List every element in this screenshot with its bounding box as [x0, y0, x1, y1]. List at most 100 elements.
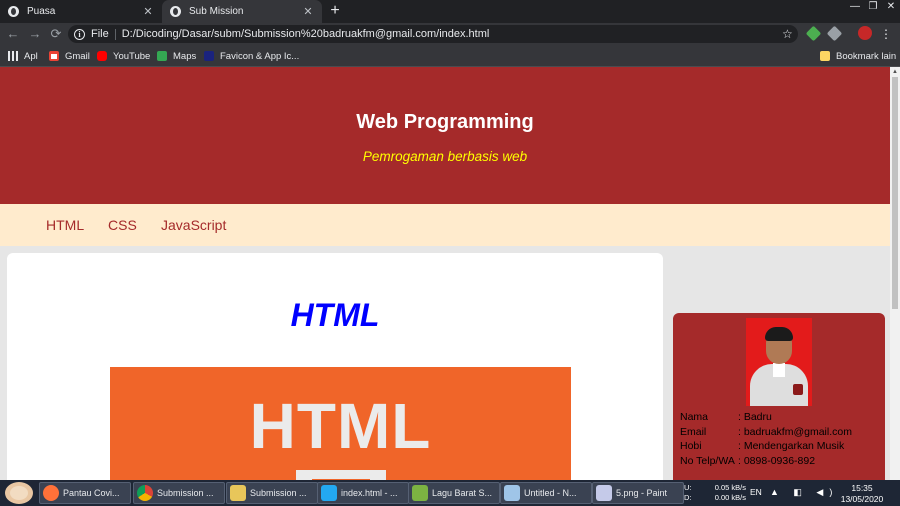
firefox-icon	[43, 485, 59, 501]
net-up-value: 0.05 kB/s	[714, 483, 746, 492]
tab-puasa[interactable]: Puasa ✕	[0, 0, 162, 23]
system-clock[interactable]: 15:35 13/05/2020	[832, 483, 892, 505]
profile-info: Nama : Badru Email : badruakfm@gmail.com…	[680, 410, 885, 468]
net-down-label: D:	[684, 493, 692, 502]
taskbar-label: Lagu Barat S...	[432, 488, 493, 498]
close-window-button[interactable]: ✕	[882, 0, 900, 14]
gmail-icon	[49, 51, 59, 61]
taskbar-label: index.html - ...	[341, 488, 398, 498]
favicon-icon	[204, 51, 214, 61]
info-value: : 0898-0936-892	[738, 454, 816, 467]
bookmark-label: Apl	[24, 50, 38, 62]
scroll-up-icon[interactable]: ▲	[890, 67, 900, 77]
clock-date: 13/05/2020	[840, 494, 884, 504]
info-value: : Mendengarkan Musik	[738, 440, 845, 452]
bookmark-gmail[interactable]: Gmail	[49, 49, 90, 63]
globe-icon	[170, 6, 181, 17]
extension-icon[interactable]	[805, 25, 822, 42]
paint-icon	[596, 485, 612, 501]
nav-link-html[interactable]: HTML	[46, 217, 84, 233]
tab-title: Sub Mission	[189, 6, 244, 17]
profile-card: Nama : Badru Email : badruakfm@gmail.com…	[673, 313, 885, 480]
photo-badge	[793, 384, 803, 395]
new-tab-button[interactable]: +	[326, 0, 344, 23]
profile-photo	[746, 318, 812, 406]
bookmark-maps[interactable]: Maps	[157, 49, 196, 63]
taskbar-button-firefox[interactable]: Pantau Covi...	[39, 482, 131, 504]
taskbar-button-chrome[interactable]: Submission ...	[133, 482, 225, 504]
browser-toolbar: ← → ⟳ i File D:/Dicoding/Dasar/subm/Subm…	[0, 23, 900, 45]
taskbar-label: 5.png - Paint	[616, 488, 668, 498]
info-icon[interactable]: i	[74, 28, 85, 40]
window-controls: — ❐ ✕	[846, 0, 900, 14]
notepad-icon	[504, 485, 520, 501]
taskbar-button-vscode[interactable]: index.html - ...	[317, 482, 409, 504]
info-label: Email	[680, 425, 707, 438]
scrollbar-thumb[interactable]	[892, 77, 898, 309]
photo-hair	[765, 327, 793, 341]
other-bookmarks[interactable]: Bookmark lain	[820, 49, 896, 63]
youtube-icon	[97, 51, 107, 61]
taskbar-button-paint[interactable]: 5.png - Paint	[592, 482, 684, 504]
site-header: Web Programming Pemrogaman berbasis web	[0, 67, 890, 204]
start-button[interactable]	[5, 482, 33, 504]
nav-link-css[interactable]: CSS	[108, 217, 137, 233]
taskbar-button-media-player[interactable]: Lagu Barat S...	[408, 482, 500, 504]
content-card: HTML HTML	[7, 253, 663, 480]
page-scrollbar[interactable]: ▲	[890, 67, 900, 480]
taskbar-button-explorer[interactable]: Submission ...	[226, 482, 318, 504]
tab-strip: Puasa ✕ Sub Mission ✕ + — ❐ ✕	[0, 0, 900, 23]
folder-icon	[230, 485, 246, 501]
bookmark-youtube[interactable]: YouTube	[97, 49, 150, 63]
address-bar[interactable]: i File D:/Dicoding/Dasar/subm/Submission…	[68, 25, 798, 43]
folder-icon	[820, 51, 830, 61]
info-label: Nama	[680, 411, 709, 423]
extension-icon[interactable]	[826, 25, 843, 42]
net-up-label: U:	[684, 483, 692, 492]
bookmarks-bar: Apl Gmail YouTube Maps Favicon & App Ic.…	[0, 45, 900, 67]
site-tagline: Pemrogaman berbasis web	[362, 149, 528, 164]
close-tab-icon[interactable]: ✕	[302, 5, 314, 18]
bookmark-label: Bookmark lain	[836, 50, 897, 62]
taskbar-label: Submission ...	[157, 488, 214, 498]
bookmark-label: Maps	[173, 50, 197, 62]
profile-row-hobby: Hobi : Mendengarkan Musik	[680, 439, 885, 454]
restore-button[interactable]: ❐	[864, 0, 882, 14]
bookmark-favicon[interactable]: Favicon & App Ic...	[204, 49, 299, 63]
tab-sub-mission[interactable]: Sub Mission ✕	[162, 0, 322, 23]
bookmark-star-icon[interactable]: ☆	[782, 26, 793, 42]
address-url[interactable]: D:/Dicoding/Dasar/subm/Submission%20badr…	[122, 28, 490, 40]
forward-button[interactable]: →	[27, 26, 43, 42]
address-divider	[114, 28, 116, 40]
profile-avatar-icon[interactable]	[858, 26, 872, 40]
language-indicator[interactable]: EN	[750, 487, 762, 497]
minimize-button[interactable]: —	[846, 0, 864, 14]
page-viewport: Web Programming Pemrogaman berbasis web …	[0, 67, 890, 480]
vscode-icon	[321, 485, 337, 501]
net-down-value: 0.00 kB/s	[714, 493, 746, 502]
info-label: No Telp/WA	[680, 454, 735, 467]
media-player-icon	[412, 485, 428, 501]
site-title: Web Programming	[356, 111, 534, 133]
profile-row-name: Nama : Badru	[680, 410, 885, 425]
taskbar-button-notepad[interactable]: Untitled - N...	[500, 482, 592, 504]
close-tab-icon[interactable]: ✕	[142, 5, 154, 18]
taskbar-label: Pantau Covi...	[63, 488, 120, 498]
info-value: : badruakfm@gmail.com	[738, 425, 852, 438]
bookmark-label: Gmail	[65, 50, 90, 62]
back-button[interactable]: ←	[5, 26, 21, 42]
html5-shield-shape	[296, 470, 386, 480]
reload-button[interactable]: ⟳	[48, 26, 64, 42]
html5-logo-text: HTML	[249, 390, 432, 462]
browser-menu-icon[interactable]: ⋮	[880, 26, 892, 42]
globe-icon	[8, 6, 19, 17]
system-tray-icons[interactable]: ▲ ◧ ◀)	[770, 487, 838, 498]
clock-time: 15:35	[851, 483, 873, 493]
taskbar: Pantau Covi... Submission ... Submission…	[0, 480, 900, 506]
network-meter: U: 0.05 kB/s D: 0.00 kB/s	[684, 483, 746, 503]
tab-title: Puasa	[27, 6, 56, 17]
address-protocol: File	[91, 28, 109, 40]
nav-link-javascript[interactable]: JavaScript	[161, 217, 226, 233]
taskbar-label: Untitled - N...	[524, 488, 577, 498]
bookmark-apps[interactable]: Apl	[8, 49, 38, 63]
